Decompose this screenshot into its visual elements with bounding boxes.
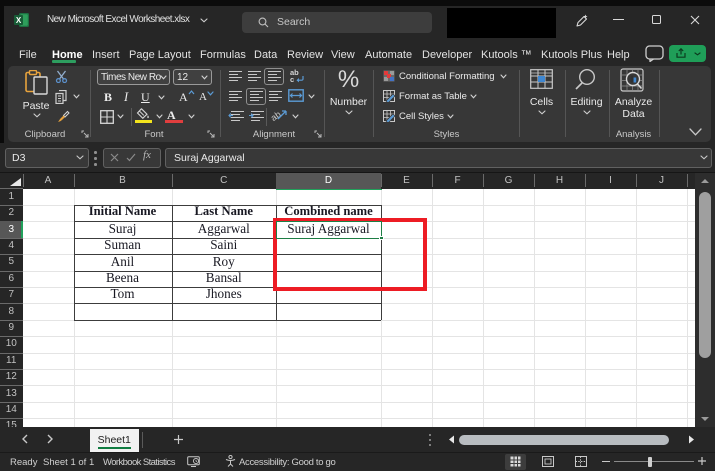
svg-text:X: X bbox=[16, 16, 22, 25]
